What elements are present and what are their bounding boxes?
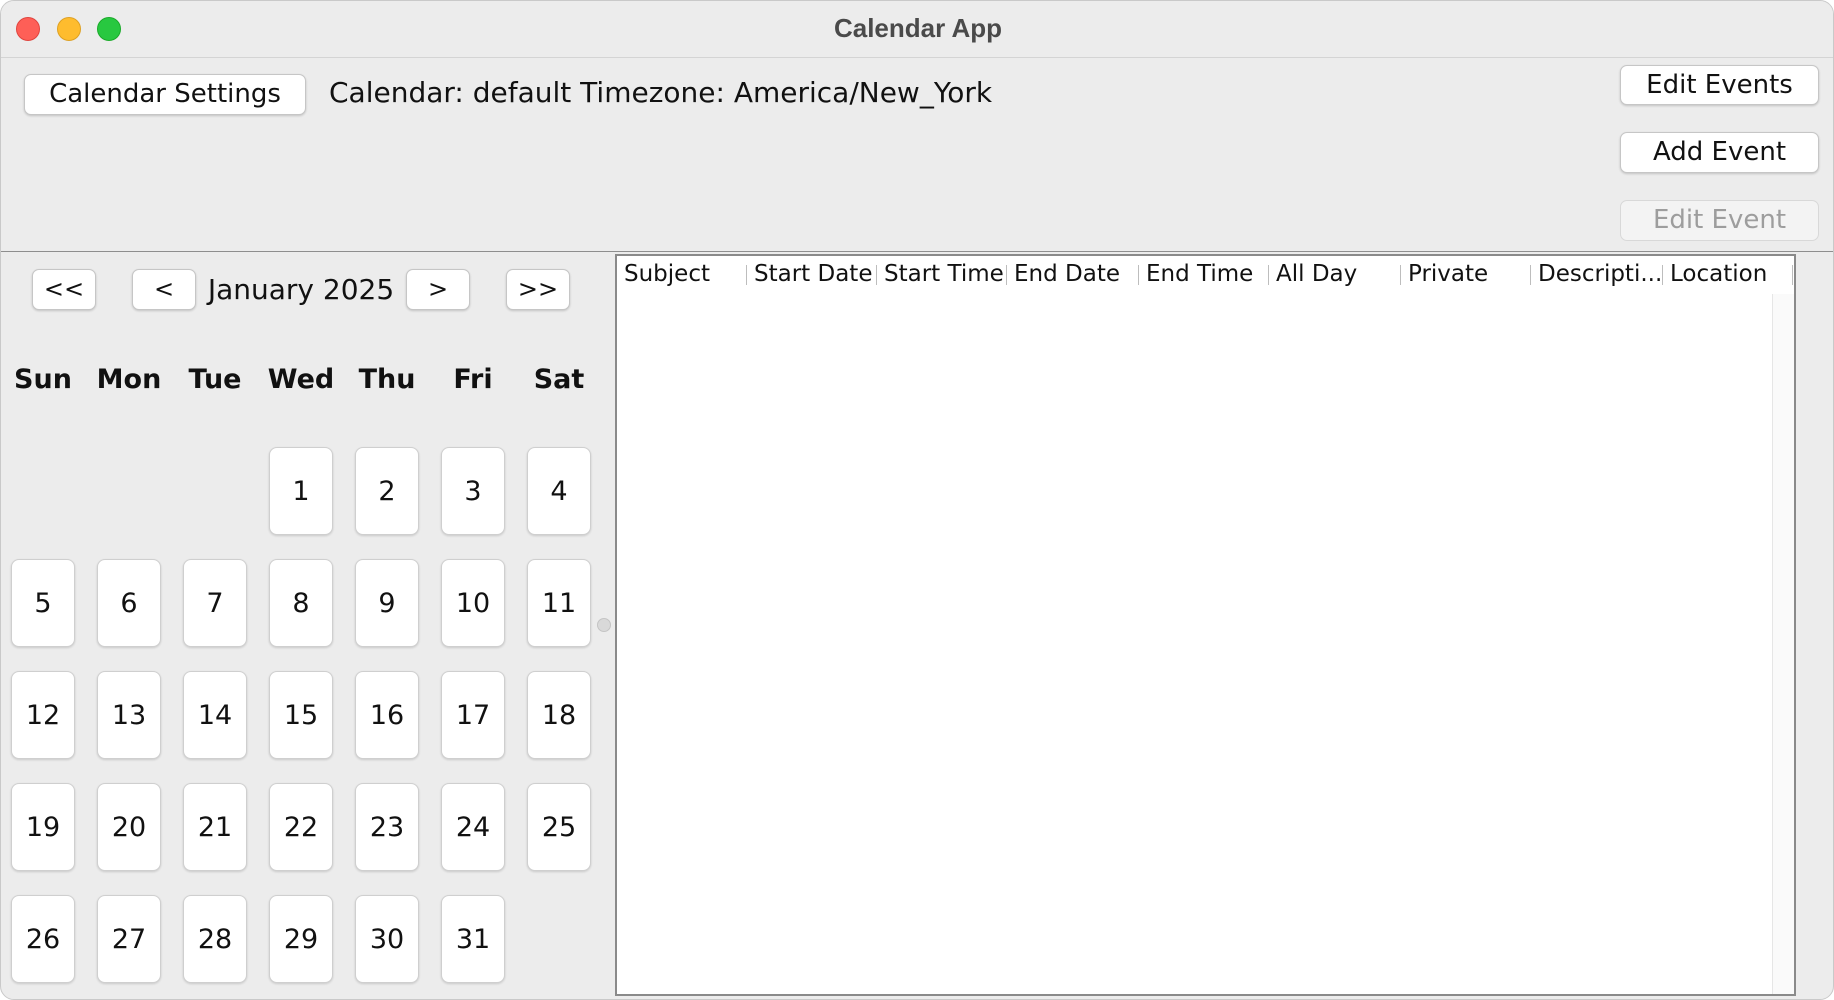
- day-button[interactable]: 20: [97, 783, 161, 871]
- column-header[interactable]: Descripti...: [1531, 256, 1663, 292]
- app-window: Calendar App Calendar Settings Calendar:…: [0, 0, 1834, 1000]
- column-header[interactable]: End Date: [1007, 256, 1139, 292]
- events-table[interactable]: Subject Start Date Start Time End Date End T…: [615, 254, 1796, 996]
- day-button[interactable]: 12: [11, 671, 75, 759]
- prev-year-button[interactable]: <<: [32, 269, 96, 310]
- day-button[interactable]: 17: [441, 671, 505, 759]
- column-header[interactable]: Start Date: [747, 256, 877, 292]
- window-title: Calendar App: [833, 13, 1003, 43]
- day-button[interactable]: 31: [441, 895, 505, 983]
- day-button[interactable]: 1: [269, 447, 333, 535]
- day-button[interactable]: 16: [355, 671, 419, 759]
- column-separator[interactable]: [1792, 265, 1793, 285]
- day-button[interactable]: 4: [527, 447, 591, 535]
- day-button[interactable]: 14: [183, 671, 247, 759]
- column-header[interactable]: Start Time: [877, 256, 1007, 292]
- day-button[interactable]: 26: [11, 895, 75, 983]
- weekday-label: Sat: [533, 364, 585, 395]
- day-button[interactable]: 30: [355, 895, 419, 983]
- day-button[interactable]: 24: [441, 783, 505, 871]
- split-pane-handle[interactable]: [597, 618, 611, 632]
- day-button[interactable]: 7: [183, 559, 247, 647]
- day-button[interactable]: 22: [269, 783, 333, 871]
- day-button[interactable]: 21: [183, 783, 247, 871]
- edit-events-button[interactable]: Edit Events: [1620, 65, 1819, 105]
- edit-event-button[interactable]: Edit Event: [1620, 200, 1819, 241]
- title-bar[interactable]: Calendar App: [1, 1, 1833, 58]
- weekday-label: Mon: [96, 364, 162, 395]
- day-button[interactable]: 23: [355, 783, 419, 871]
- day-button[interactable]: 6: [97, 559, 161, 647]
- vertical-scrollbar[interactable]: [1772, 294, 1794, 994]
- day-button[interactable]: 5: [11, 559, 75, 647]
- day-button[interactable]: 18: [527, 671, 591, 759]
- weekday-label: Sun: [14, 364, 72, 395]
- column-header[interactable]: Location: [1663, 256, 1793, 292]
- weekday-label: Wed: [267, 364, 335, 395]
- day-button[interactable]: 9: [355, 559, 419, 647]
- day-button[interactable]: 19: [11, 783, 75, 871]
- day-button[interactable]: 27: [97, 895, 161, 983]
- day-button[interactable]: 15: [269, 671, 333, 759]
- prev-month-button[interactable]: <: [132, 269, 196, 310]
- day-button[interactable]: 28: [183, 895, 247, 983]
- column-header[interactable]: End Time: [1139, 256, 1269, 292]
- calendar-settings-button[interactable]: Calendar Settings: [24, 74, 306, 115]
- weekday-label: Tue: [188, 364, 242, 395]
- day-button[interactable]: 25: [527, 783, 591, 871]
- weekday-label: Thu: [358, 364, 416, 395]
- day-button[interactable]: 10: [441, 559, 505, 647]
- weekday-label: Fri: [453, 364, 493, 395]
- day-button[interactable]: 13: [97, 671, 161, 759]
- day-button[interactable]: 8: [269, 559, 333, 647]
- day-button[interactable]: 11: [527, 559, 591, 647]
- day-button[interactable]: 29: [269, 895, 333, 983]
- calendar-info-label: Calendar: default Timezone: America/New_…: [329, 76, 993, 109]
- day-button[interactable]: 3: [441, 447, 505, 535]
- month-year-label: January 2025: [207, 273, 395, 306]
- add-event-button[interactable]: Add Event: [1620, 132, 1819, 173]
- next-year-button[interactable]: >>: [506, 269, 570, 310]
- column-header[interactable]: All Day: [1269, 256, 1401, 292]
- next-month-button[interactable]: >: [406, 269, 470, 310]
- column-header[interactable]: Subject: [617, 256, 747, 292]
- column-header[interactable]: Private: [1401, 256, 1531, 292]
- day-button[interactable]: 2: [355, 447, 419, 535]
- table-header: Subject Start Date Start Time End Date End T…: [617, 256, 1794, 292]
